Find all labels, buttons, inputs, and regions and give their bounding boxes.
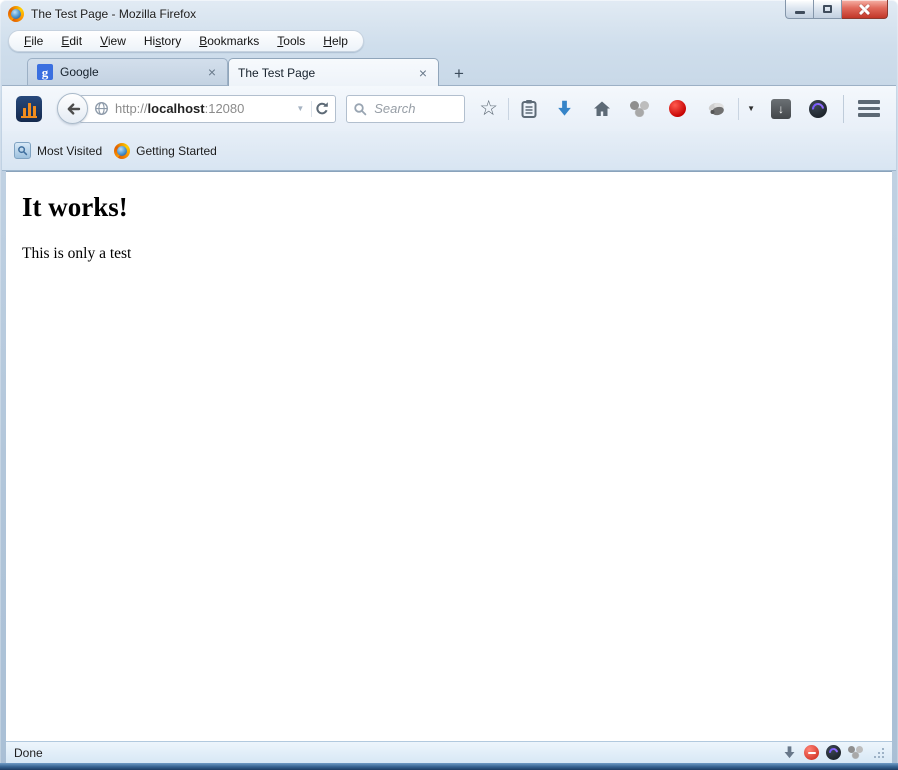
divider [311,101,312,117]
extension-dropdown-icon[interactable]: ▼ [747,104,755,113]
tab-close-icon[interactable]: × [417,66,429,80]
url-bar[interactable]: http://localhost:12080 ▼ [79,95,336,123]
page-heading: It works! [22,192,892,223]
divider [738,98,739,120]
bookmarks-toolbar: Most Visited Getting Started [2,131,896,171]
menu-pill: File Edit View History Bookmarks Tools H… [8,30,364,52]
window-title: The Test Page - Mozilla Firefox [31,7,196,21]
dark-download-extension-icon[interactable]: ↓ [771,99,791,119]
close-button[interactable] [842,0,888,19]
bookmarks-menu-icon[interactable] [519,99,539,119]
tab-strip: g Google × The Test Page × + [0,55,898,85]
menu-edit[interactable]: Edit [52,32,91,50]
status-bar: Done [6,741,892,763]
bug-extension-icon[interactable] [706,101,728,117]
menu-bookmarks[interactable]: Bookmarks [190,32,268,50]
status-download-arrow-icon[interactable] [782,745,797,760]
bookmark-star-icon[interactable]: ☆ [479,98,498,119]
window-controls [785,0,888,19]
red-dot-extension-icon[interactable] [669,100,686,117]
home-button[interactable] [592,99,612,119]
back-button[interactable] [57,93,88,124]
gray-circles-extension-icon[interactable] [630,101,649,117]
browser-window: The Test Page - Mozilla Firefox File Edi… [0,0,898,770]
bookmark-label: Most Visited [37,144,102,158]
bookmark-label: Getting Started [136,144,217,158]
bookmark-getting-started[interactable]: Getting Started [114,143,217,159]
page-body-text: This is only a test [22,245,892,263]
firefox-icon [114,143,130,159]
restore-button[interactable] [814,0,842,19]
page-content: It works! This is only a test [6,171,892,741]
bookmark-most-visited[interactable]: Most Visited [14,142,102,159]
window-bottom-border [0,763,898,770]
tab-label: Google [60,65,206,79]
menu-help[interactable]: Help [314,32,357,50]
new-tab-button[interactable]: + [444,62,474,85]
search-bar[interactable] [346,95,465,123]
search-icon [353,102,367,116]
menu-bar: File Edit View History Bookmarks Tools H… [0,28,898,55]
menu-history[interactable]: History [135,32,190,50]
firefox-icon [8,6,24,22]
smart-folder-icon [14,142,31,159]
restore-icon [823,5,832,13]
menu-hamburger-icon[interactable] [858,100,880,117]
resize-grip[interactable] [873,747,884,758]
tab-label: The Test Page [238,66,417,80]
fly-icon [706,101,728,117]
download-arrow-icon [555,99,574,118]
status-gray-circles-icon[interactable] [848,746,863,759]
url-history-dropdown-icon[interactable]: ▼ [291,104,309,113]
minimize-icon [795,11,805,14]
google-favicon-icon: g [37,64,53,80]
back-arrow-icon [65,101,81,117]
reload-icon[interactable] [314,101,330,117]
chart-extension-icon[interactable] [16,96,42,122]
downloads-button[interactable] [555,99,574,118]
menu-file[interactable]: File [15,32,52,50]
close-icon [858,4,871,15]
globe-icon [94,101,109,116]
purple-swirl-extension-icon[interactable] [809,100,827,118]
status-icons [782,745,884,760]
status-text: Done [14,746,43,760]
menu-tools[interactable]: Tools [268,32,314,50]
divider [508,98,509,120]
divider [843,95,844,123]
menu-view[interactable]: View [91,32,135,50]
minimize-button[interactable] [785,0,814,19]
title-bar: The Test Page - Mozilla Firefox [0,0,898,28]
tab-close-icon[interactable]: × [206,65,218,79]
url-text: http://localhost:12080 [115,101,291,116]
status-blocked-icon[interactable] [804,745,819,760]
tab-test-page[interactable]: The Test Page × [228,58,439,86]
home-icon [592,99,612,119]
navigation-toolbar: http://localhost:12080 ▼ ☆ [2,85,896,131]
status-purple-swirl-icon[interactable] [826,745,841,760]
tab-google[interactable]: g Google × [27,58,228,85]
clipboard-icon [519,99,539,119]
search-input[interactable] [372,100,458,117]
